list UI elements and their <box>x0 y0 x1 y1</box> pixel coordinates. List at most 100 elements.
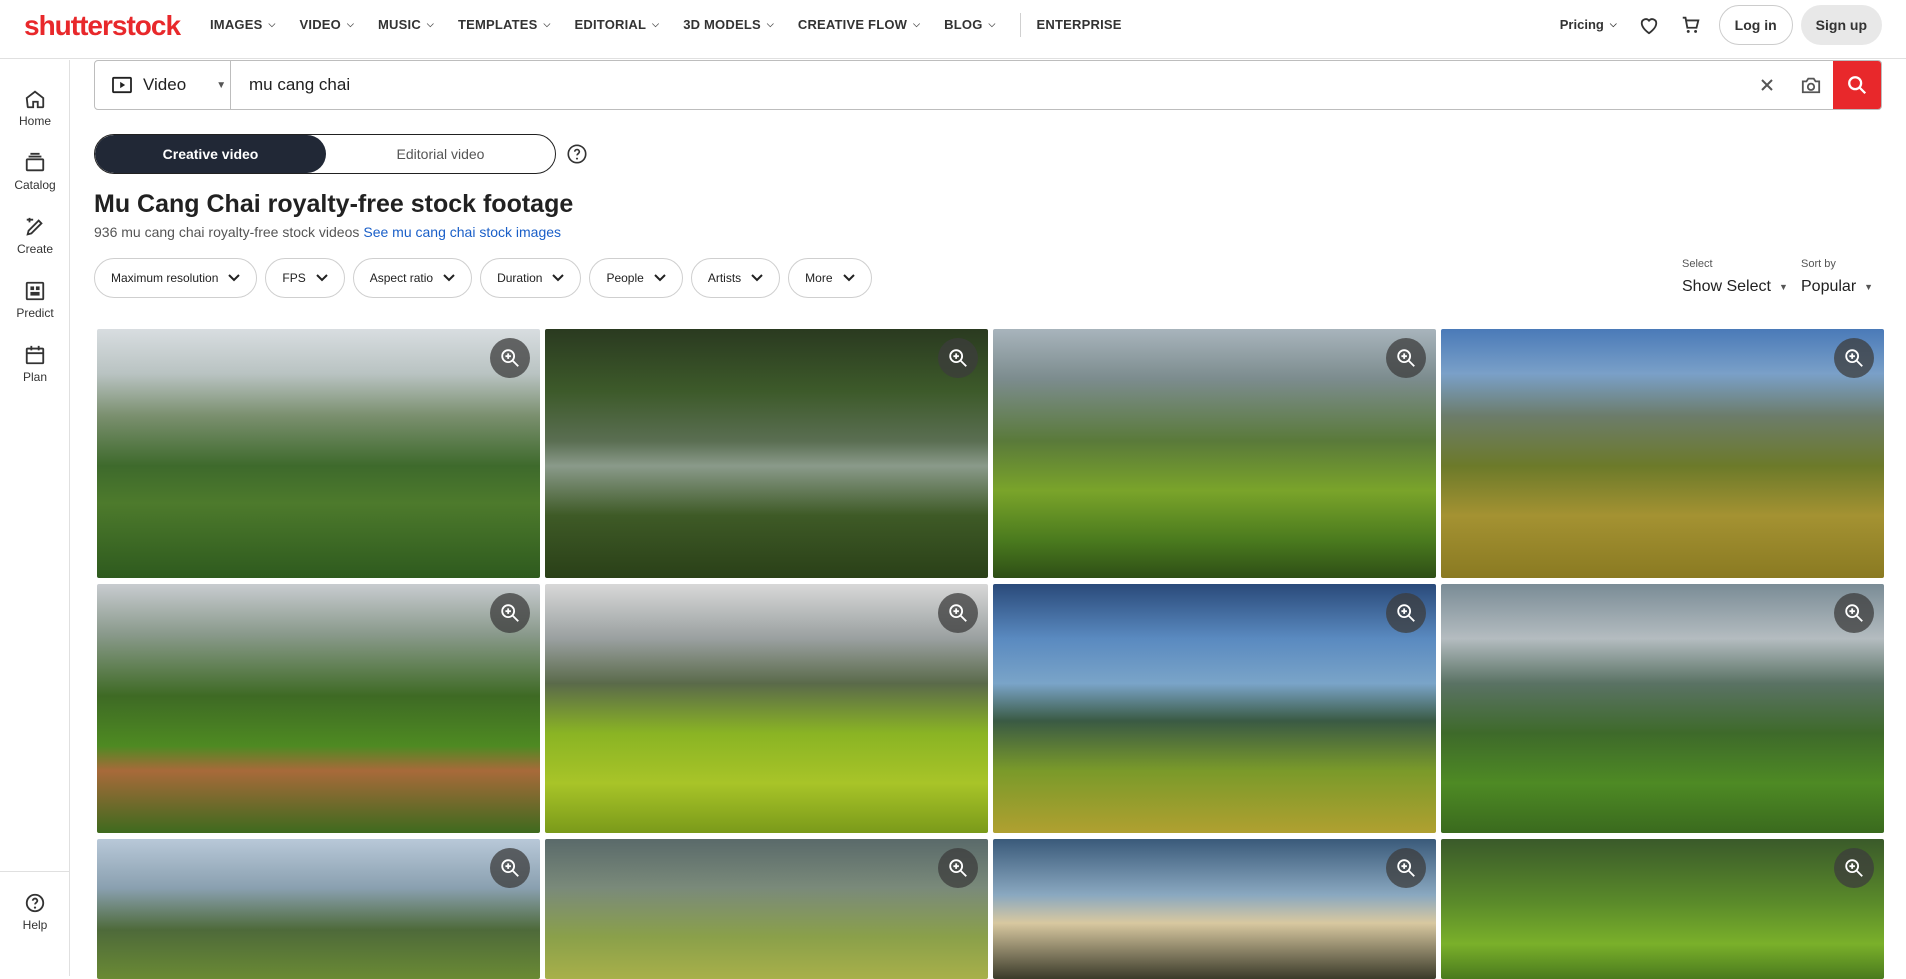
rail-create[interactable]: Create <box>0 216 70 256</box>
nav-divider <box>1019 12 1021 37</box>
filter-label: People <box>606 271 644 285</box>
nav-blog[interactable]: BLOG ⌵ <box>944 17 995 32</box>
search-input[interactable] <box>231 61 1745 109</box>
caret-down-icon: ▼ <box>216 79 227 91</box>
video-thumbnail[interactable] <box>993 839 1436 979</box>
plan-icon <box>25 345 45 365</box>
video-thumbnail[interactable] <box>1441 329 1884 578</box>
nav-images[interactable]: IMAGES ⌵ <box>210 17 276 32</box>
chevron-down-icon <box>443 274 455 282</box>
caret-down-icon: ▼ <box>1778 282 1788 292</box>
video-thumbnail[interactable] <box>1441 839 1884 979</box>
video-thumbnail[interactable] <box>97 584 540 833</box>
zoom-button[interactable] <box>938 593 978 633</box>
rail-predict[interactable]: Predict <box>0 280 70 320</box>
chevron-down-icon: ⌵ <box>268 19 276 29</box>
clear-search-button[interactable] <box>1745 61 1789 109</box>
signup-button[interactable]: Sign up <box>1800 4 1882 45</box>
filter-label: FPS <box>282 271 306 285</box>
select-value-text: Show Select <box>1682 278 1771 295</box>
chevron-down-icon: ⌵ <box>1609 19 1617 29</box>
cart-button[interactable] <box>1677 11 1705 39</box>
zoom-button[interactable] <box>1386 593 1426 633</box>
catalog-icon <box>25 152 45 172</box>
zoom-in-icon <box>501 604 519 622</box>
zoom-button[interactable] <box>1834 338 1874 378</box>
nav-editorial[interactable]: EDITORIAL ⌵ <box>575 17 660 32</box>
nav-templates[interactable]: TEMPLATES ⌵ <box>458 17 551 32</box>
zoom-in-icon <box>1397 604 1415 622</box>
caret-down-icon: ▼ <box>1864 282 1874 292</box>
zoom-button[interactable] <box>1386 338 1426 378</box>
see-images-link[interactable]: See mu cang chai stock images <box>363 224 561 240</box>
zoom-in-icon <box>1397 349 1415 367</box>
filter-aspect-ratio[interactable]: Aspect ratio <box>352 258 473 298</box>
filter-people[interactable]: People <box>589 258 683 298</box>
zoom-button[interactable] <box>1386 848 1426 888</box>
nav-video[interactable]: VIDEO ⌵ <box>300 17 355 32</box>
select-dropdown[interactable]: Select Show Select ▼ <box>1682 258 1788 296</box>
toggle-help-button[interactable] <box>566 143 588 170</box>
filter-fps[interactable]: FPS <box>265 258 345 298</box>
sort-dropdown[interactable]: Sort by Popular ▼ <box>1801 258 1873 296</box>
search-button[interactable] <box>1833 61 1881 109</box>
filter-duration[interactable]: Duration <box>480 258 582 298</box>
video-thumbnail[interactable] <box>97 329 540 578</box>
login-button[interactable]: Log in <box>1718 4 1793 45</box>
zoom-button[interactable] <box>938 848 978 888</box>
nav-right-actions: Pricing ⌵ Log in Sign up <box>1560 0 1882 49</box>
zoom-in-icon <box>1845 604 1863 622</box>
filter-artists[interactable]: Artists <box>690 258 781 298</box>
zoom-button[interactable] <box>490 848 530 888</box>
select-label: Select <box>1682 258 1713 270</box>
camera-icon <box>1801 77 1821 94</box>
nav-creative-flow-label: CREATIVE FLOW <box>797 17 908 32</box>
image-search-button[interactable] <box>1789 61 1833 109</box>
rail-home-label: Home <box>18 114 51 128</box>
creative-video-tab[interactable]: Creative video <box>95 135 326 173</box>
video-thumbnail[interactable] <box>993 584 1436 833</box>
top-navigation: shutterstock IMAGES ⌵ VIDEO ⌵ MUSIC ⌵ TEMPL… <box>0 0 1906 59</box>
video-thumbnail[interactable] <box>97 839 540 979</box>
zoom-button[interactable] <box>490 593 530 633</box>
rail-help[interactable]: Help <box>0 892 70 932</box>
sort-label: Sort by <box>1801 258 1836 270</box>
shutterstock-logo[interactable]: shutterstock <box>24 10 181 42</box>
nav-3d-models[interactable]: 3D MODELS ⌵ <box>683 17 774 32</box>
nav-enterprise[interactable]: ENTERPRISE <box>1037 17 1122 32</box>
cart-icon <box>1682 16 1700 33</box>
video-icon <box>111 76 133 94</box>
zoom-button[interactable] <box>1834 593 1874 633</box>
results-count: 936 mu cang chai royalty-free stock vide… <box>94 224 360 240</box>
pricing-label: Pricing <box>1559 17 1604 32</box>
rail-catalog[interactable]: Catalog <box>0 152 70 192</box>
select-value: Show Select ▼ <box>1682 278 1788 296</box>
chevron-down-icon <box>842 274 855 282</box>
help-icon <box>25 893 45 913</box>
video-thumbnail[interactable] <box>993 329 1436 578</box>
chevron-down-icon: ⌵ <box>346 19 355 29</box>
video-thumbnail[interactable] <box>545 329 988 578</box>
video-thumbnail[interactable] <box>1441 584 1884 833</box>
close-icon <box>1761 79 1773 91</box>
chevron-down-icon: ⌵ <box>426 19 434 29</box>
rail-catalog-label: Catalog <box>14 178 56 192</box>
rail-plan[interactable]: Plan <box>0 344 70 384</box>
rail-home[interactable]: Home <box>0 88 70 128</box>
pricing-menu[interactable]: Pricing ⌵ <box>1560 17 1617 32</box>
video-thumbnail[interactable] <box>545 584 988 833</box>
zoom-button[interactable] <box>490 338 530 378</box>
heart-icon <box>1640 17 1657 34</box>
chevron-down-icon: ⌵ <box>543 19 551 29</box>
editorial-video-tab[interactable]: Editorial video <box>326 135 555 173</box>
nav-creative-flow[interactable]: CREATIVE FLOW ⌵ <box>798 17 920 32</box>
filter-more[interactable]: More <box>788 258 872 298</box>
zoom-button[interactable] <box>938 338 978 378</box>
nav-blog-label: BLOG <box>944 17 983 32</box>
media-type-select[interactable]: Video ▼ <box>95 61 231 109</box>
filter-maximum-resolution[interactable]: Maximum resolution <box>94 258 258 298</box>
nav-music[interactable]: MUSIC ⌵ <box>378 17 434 32</box>
zoom-button[interactable] <box>1834 848 1874 888</box>
favorites-button[interactable] <box>1635 11 1663 39</box>
video-thumbnail[interactable] <box>545 839 988 979</box>
